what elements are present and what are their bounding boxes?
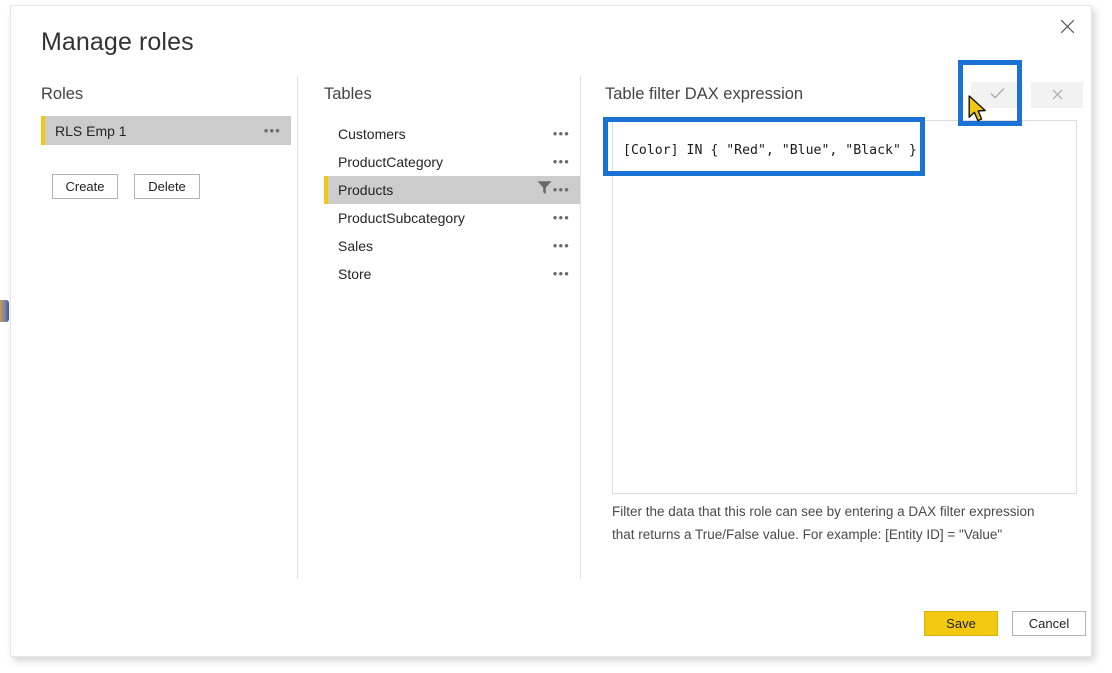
table-item-label: Customers <box>338 126 406 142</box>
dax-expression-toolbar <box>971 82 1083 108</box>
dax-expression-text: [Color] IN { "Red", "Blue", "Black" } <box>623 143 917 158</box>
accept-dax-expression-button[interactable] <box>971 82 1023 108</box>
table-item-store[interactable]: Store ••• <box>324 260 580 288</box>
close-icon <box>1052 88 1063 103</box>
column-divider-roles-tables <box>297 76 298 579</box>
table-context-menu-button[interactable]: ••• <box>551 155 572 169</box>
dax-hint-text: Filter the data that this role can see b… <box>612 500 1082 546</box>
page-title: Manage roles <box>41 28 194 56</box>
background-app-sliver <box>0 300 9 322</box>
create-role-button[interactable]: Create <box>52 174 118 199</box>
role-item-rls-emp-1[interactable]: RLS Emp 1 ••• <box>41 116 291 145</box>
table-item-label: Sales <box>338 238 374 254</box>
close-dialog-button[interactable] <box>1047 9 1087 43</box>
table-item-label: ProductSubcategory <box>338 210 465 226</box>
table-context-menu-button[interactable]: ••• <box>551 211 572 225</box>
dax-hint-line-1: Filter the data that this role can see b… <box>612 504 1035 519</box>
table-context-menu-button[interactable]: ••• <box>551 267 572 281</box>
tables-heading: Tables <box>324 85 372 103</box>
tables-list: Customers ••• ProductCategory ••• Produc… <box>324 120 580 288</box>
role-selected-accent-bar <box>41 116 45 145</box>
roles-heading: Roles <box>41 85 84 103</box>
close-icon <box>1060 19 1075 34</box>
dax-hint-line-2: that returns a True/False value. For exa… <box>612 527 1003 543</box>
delete-role-button[interactable]: Delete <box>134 174 200 199</box>
roles-list: RLS Emp 1 ••• <box>41 116 291 145</box>
table-context-menu-button[interactable]: ••• <box>551 127 572 141</box>
role-context-menu-button[interactable]: ••• <box>262 124 283 138</box>
checkmark-icon <box>990 87 1005 103</box>
table-context-menu-button[interactable]: ••• <box>551 239 572 253</box>
column-divider-tables-dax <box>580 76 581 579</box>
role-item-label: RLS Emp 1 <box>55 122 127 139</box>
table-item-customers[interactable]: Customers ••• <box>324 120 580 148</box>
table-item-productcategory[interactable]: ProductCategory ••• <box>324 148 580 176</box>
table-item-sales[interactable]: Sales ••• <box>324 232 580 260</box>
cancel-dax-expression-button[interactable] <box>1031 82 1083 108</box>
table-item-products[interactable]: Products ••• <box>324 176 580 204</box>
table-item-label: Products <box>338 182 394 198</box>
table-item-label: Store <box>338 266 372 282</box>
dax-heading: Table filter DAX expression <box>605 85 804 103</box>
dialog-footer-actions: Save Cancel <box>924 611 1086 636</box>
role-actions: Create Delete <box>52 174 200 199</box>
table-selected-accent-bar <box>324 176 328 204</box>
manage-roles-dialog: Manage roles Roles Tables Table filter D… <box>10 5 1092 657</box>
table-item-productsubcategory[interactable]: ProductSubcategory ••• <box>324 204 580 232</box>
save-button[interactable]: Save <box>924 611 998 636</box>
table-item-label: ProductCategory <box>338 154 444 170</box>
table-context-menu-button[interactable]: ••• <box>551 183 572 197</box>
dax-expression-editor[interactable]: [Color] IN { "Red", "Blue", "Black" } <box>612 120 1077 494</box>
cancel-button[interactable]: Cancel <box>1012 611 1086 636</box>
